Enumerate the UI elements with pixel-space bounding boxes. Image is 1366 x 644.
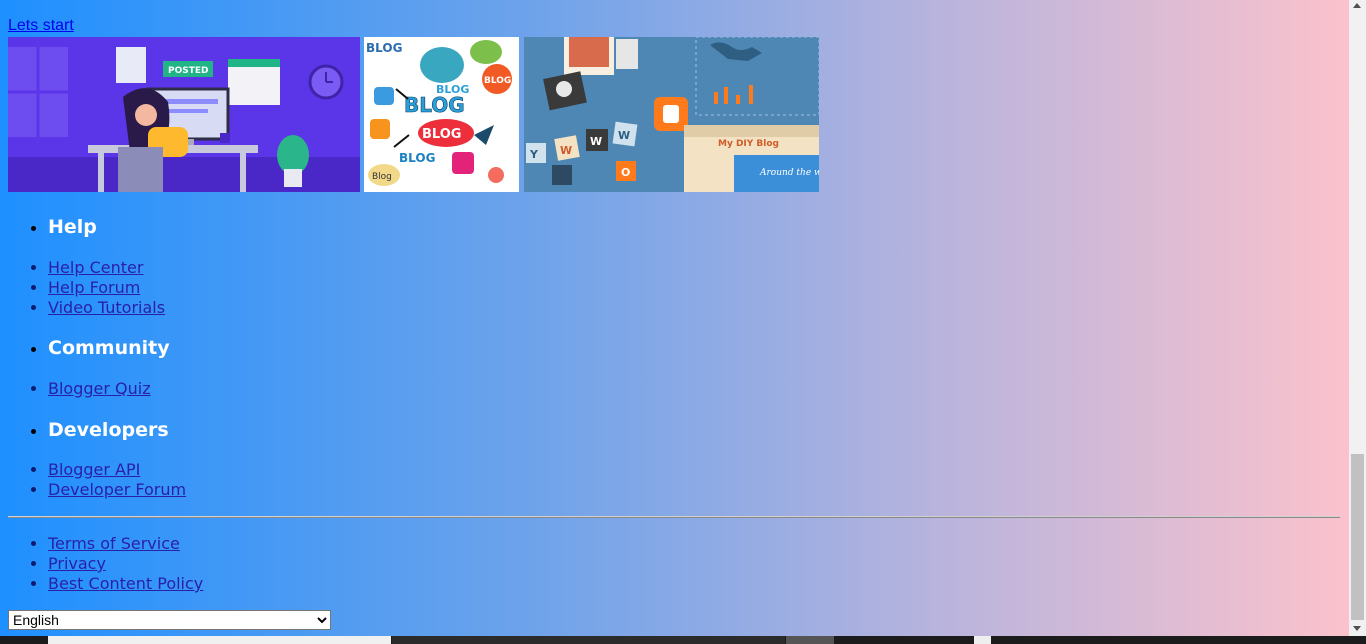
svg-text:BLOG: BLOG <box>366 41 402 55</box>
list-item: Blogger Quiz <box>48 379 151 399</box>
list-item: Help Forum <box>48 278 165 298</box>
terms-of-service-link[interactable]: Terms of Service <box>48 534 180 553</box>
tile-w3: W <box>618 129 630 142</box>
tile-w1: W <box>560 144 572 157</box>
tile-o: O <box>621 166 630 179</box>
vertical-scrollbar[interactable] <box>1349 0 1366 636</box>
developer-forum-link[interactable]: Developer Forum <box>48 480 186 499</box>
blogger-api-link[interactable]: Blogger API <box>48 460 140 479</box>
best-content-policy-link[interactable]: Best Content Policy <box>48 574 203 593</box>
svg-text:BLOG: BLOG <box>422 127 461 142</box>
my-diy-blog-caption: My DIY Blog <box>718 139 779 149</box>
blogger-quiz-link[interactable]: Blogger Quiz <box>48 379 151 398</box>
around-the-world-caption: Around the w <box>759 168 819 178</box>
blogger-desk-illustration: POSTED <box>8 37 360 192</box>
page: Lets start POSTED BLOG BLOG BLOG BLOG BL… <box>0 0 1349 636</box>
footer-divider <box>8 516 1340 518</box>
list-item: Terms of Service <box>48 534 203 554</box>
developers-heading: Developers <box>31 419 169 441</box>
help-heading: Help <box>31 216 97 238</box>
blog-doodles-image: BLOG BLOG BLOG BLOG BLOG BLOG Blog <box>364 37 519 192</box>
taskbar-window-button[interactable] <box>392 636 785 644</box>
help-center-link[interactable]: Help Center <box>48 258 143 277</box>
community-links: Blogger Quiz <box>48 379 151 399</box>
list-item: Video Tutorials <box>48 298 165 318</box>
blogger-flat-illustration: W W W Y O My DIY Blog Around the w <box>524 37 819 192</box>
help-links: Help Center Help Forum Video Tutorials <box>48 258 165 318</box>
language-select[interactable]: English <box>8 610 331 630</box>
tile-y: Y <box>529 148 539 161</box>
taskbar-search-field[interactable] <box>48 636 391 644</box>
svg-text:Blog: Blog <box>372 172 392 182</box>
svg-text:BLOG: BLOG <box>404 93 465 117</box>
list-item: Developer Forum <box>48 480 186 500</box>
list-item: Help Center <box>48 258 165 278</box>
help-forum-link[interactable]: Help Forum <box>48 278 140 297</box>
scroll-down-arrow-icon[interactable] <box>1353 626 1361 631</box>
list-item: Best Content Policy <box>48 574 203 594</box>
list-item: Privacy <box>48 554 203 574</box>
taskbar-tray-icon[interactable] <box>974 636 991 644</box>
svg-text:BLOG: BLOG <box>399 151 435 165</box>
svg-text:BLOG: BLOG <box>484 76 511 86</box>
policy-links: Terms of Service Privacy Best Content Po… <box>48 534 203 594</box>
privacy-link[interactable]: Privacy <box>48 554 106 573</box>
developers-links: Blogger API Developer Forum <box>48 460 186 500</box>
posted-label: POSTED <box>168 66 209 76</box>
list-item: Blogger API <box>48 460 186 480</box>
svg-text:BLOG: BLOG <box>436 83 469 96</box>
lets-start-link[interactable]: Lets start <box>8 17 74 35</box>
tile-w2: W <box>590 135 602 148</box>
taskbar <box>0 636 1366 644</box>
scroll-up-arrow-icon[interactable] <box>1353 3 1361 8</box>
scrollbar-thumb[interactable] <box>1351 454 1364 620</box>
community-heading: Community <box>31 337 170 359</box>
taskbar-app-button[interactable] <box>786 636 834 644</box>
video-tutorials-link[interactable]: Video Tutorials <box>48 298 165 317</box>
